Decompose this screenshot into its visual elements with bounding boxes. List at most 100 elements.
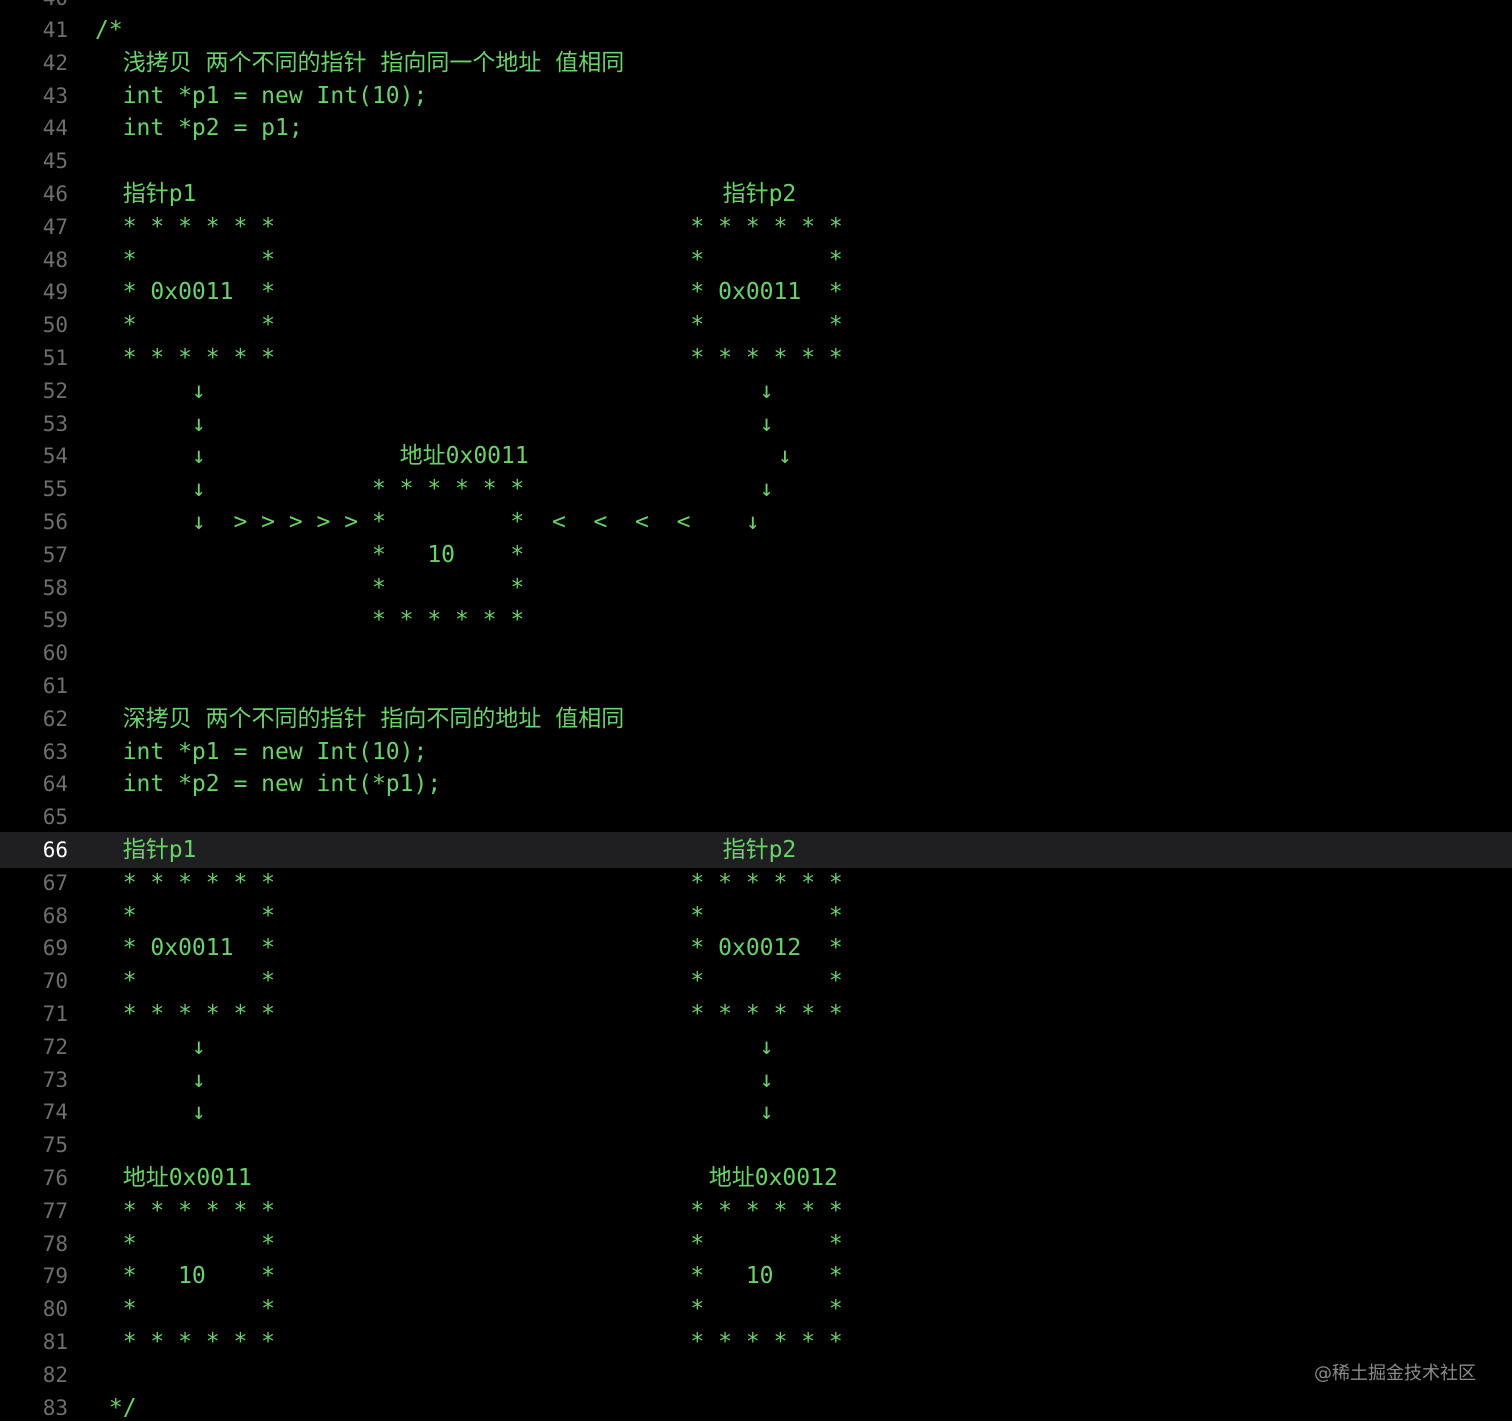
current-code-line[interactable]: 66 指针p1 指针p2 (0, 832, 1512, 868)
code-text[interactable]: * * * * * * * * * * * * (95, 1195, 843, 1227)
code-text[interactable]: ↓ ↓ (95, 408, 774, 440)
code-line[interactable]: 68 * * * * (0, 900, 1512, 932)
code-line[interactable]: 69 * 0x0011 * * 0x0012 * (0, 932, 1512, 964)
code-text[interactable]: ↓ ↓ (95, 375, 774, 407)
code-line[interactable]: 82 (0, 1359, 1512, 1391)
code-line[interactable]: 41 /* (0, 14, 1512, 46)
code-line[interactable]: 45 (0, 145, 1512, 177)
code-text[interactable]: */ (95, 1392, 137, 1421)
code-text[interactable]: ↓ ↓ (95, 1096, 774, 1128)
code-text[interactable]: ↓ 地址0x0011 ↓ (95, 440, 792, 472)
code-line[interactable]: 81 * * * * * * * * * * * * (0, 1326, 1512, 1358)
code-line[interactable]: 63 int *p1 = new Int(10); (0, 736, 1512, 768)
code-line[interactable]: 48 * * * * (0, 244, 1512, 276)
code-line[interactable]: 53 ↓ ↓ (0, 408, 1512, 440)
code-text[interactable]: * * * * (95, 309, 843, 341)
code-line[interactable]: 61 (0, 670, 1512, 702)
code-editor[interactable]: 40 41 /*42 浅拷贝 两个不同的指针 指向同一个地址 值相同43 int … (0, 0, 1512, 1421)
code-line[interactable]: 67 * * * * * * * * * * * * (0, 867, 1512, 899)
code-text[interactable]: * * * * (95, 244, 843, 276)
line-number: 79 (42, 1264, 68, 1289)
code-text[interactable]: 地址0x0011 地址0x0012 (95, 1162, 838, 1194)
code-line[interactable]: 80 * * * * (0, 1293, 1512, 1325)
code-line[interactable]: 79 * 10 * * 10 * (0, 1260, 1512, 1292)
code-line[interactable]: 52 ↓ ↓ (0, 375, 1512, 407)
code-line[interactable]: 75 (0, 1129, 1512, 1161)
code-text[interactable]: * * * * * * * * * * * * (95, 867, 843, 899)
code-text[interactable]: * * * * * * (95, 604, 524, 636)
line-number: 55 (42, 477, 68, 502)
code-text[interactable]: * * * * * * * * * * * * (95, 342, 843, 374)
line-number: 67 (42, 870, 68, 895)
code-text[interactable]: * * (95, 572, 524, 604)
code-text[interactable]: * * * * (95, 1228, 843, 1260)
code-text[interactable]: * * * * (95, 1293, 843, 1325)
code-text[interactable]: ↓ ↓ (95, 1031, 774, 1063)
code-line[interactable]: 83 */ (0, 1392, 1512, 1421)
code-line[interactable]: 64 int *p2 = new int(*p1); (0, 768, 1512, 800)
code-text[interactable]: 指针p1 指针p2 (95, 178, 797, 210)
code-text[interactable]: * * * * * * * * * * * * (95, 211, 843, 243)
code-line[interactable]: 65 (0, 801, 1512, 833)
code-line[interactable]: 74 ↓ ↓ (0, 1096, 1512, 1128)
line-number: 65 (42, 805, 68, 830)
code-text[interactable]: * 0x0011 * * 0x0012 * (95, 932, 843, 964)
code-line[interactable]: 42 浅拷贝 两个不同的指针 指向同一个地址 值相同 (0, 47, 1512, 79)
code-text[interactable]: 浅拷贝 两个不同的指针 指向同一个地址 值相同 (95, 47, 625, 79)
code-text[interactable]: int *p2 = p1; (95, 112, 303, 144)
code-line[interactable]: 59 * * * * * * (0, 604, 1512, 636)
code-line[interactable]: 60 (0, 637, 1512, 669)
code-line[interactable]: 76 地址0x0011 地址0x0012 (0, 1162, 1512, 1194)
code-text[interactable]: 指针p1 指针p2 (95, 832, 797, 868)
code-text[interactable]: * 10 * * 10 * (95, 1260, 843, 1292)
line-number: 41 (42, 18, 68, 42)
code-line[interactable]: 44 int *p2 = p1; (0, 112, 1512, 144)
line-number: 62 (42, 706, 68, 731)
code-line[interactable]: 70 * * * * (0, 965, 1512, 997)
code-text[interactable]: * * * * * * * * * * * * (95, 1326, 843, 1358)
code-line[interactable]: 55 ↓ * * * * * * ↓ (0, 473, 1512, 505)
line-number: 40 (0, 0, 68, 14)
code-line[interactable]: 71 * * * * * * * * * * * * (0, 998, 1512, 1030)
code-text[interactable]: * * * * * * * * * * * * (95, 998, 843, 1030)
code-text[interactable]: int *p1 = new Int(10); (95, 80, 428, 112)
code-line[interactable]: 56 ↓ > > > > > * * < < < < ↓ (0, 506, 1512, 538)
code-text[interactable]: /* (95, 14, 123, 46)
code-line[interactable]: 72 ↓ ↓ (0, 1031, 1512, 1063)
line-number: 54 (42, 444, 68, 469)
code-line[interactable]: 73 ↓ ↓ (0, 1064, 1512, 1096)
line-number: 64 (42, 772, 68, 797)
code-text[interactable]: * 0x0011 * * 0x0011 * (95, 276, 843, 308)
code-line[interactable]: 57 * 10 * (0, 539, 1512, 571)
code-line[interactable]: 78 * * * * (0, 1228, 1512, 1260)
code-text[interactable]: 深拷贝 两个不同的指针 指向不同的地址 值相同 (95, 703, 625, 735)
line-number: 81 (42, 1330, 68, 1354)
code-line[interactable]: 58 * * (0, 572, 1512, 604)
line-number: 50 (42, 313, 68, 338)
line-number: 48 (42, 247, 68, 272)
code-line[interactable]: 54 ↓ 地址0x0011 ↓ (0, 440, 1512, 472)
code-text[interactable]: int *p1 = new Int(10); (95, 736, 428, 768)
code-line[interactable]: 62 深拷贝 两个不同的指针 指向不同的地址 值相同 (0, 703, 1512, 735)
line-number: 70 (42, 969, 68, 994)
code-line[interactable]: 43 int *p1 = new Int(10); (0, 80, 1512, 112)
code-line[interactable]: 51 * * * * * * * * * * * * (0, 342, 1512, 374)
code-text[interactable]: * * * * (95, 965, 843, 997)
line-number: 71 (42, 1002, 68, 1026)
code-line[interactable]: 50 * * * * (0, 309, 1512, 341)
code-line[interactable]: 49 * 0x0011 * * 0x0011 * (0, 276, 1512, 308)
code-text[interactable]: ↓ ↓ (95, 1064, 774, 1096)
code-text[interactable]: ↓ * * * * * * ↓ (95, 473, 774, 505)
line-number: 61 (42, 674, 68, 698)
code-text[interactable]: * * * * (95, 900, 843, 932)
code-line[interactable]: 47 * * * * * * * * * * * * (0, 211, 1512, 243)
line-number: 83 (42, 1395, 68, 1420)
line-number: 45 (42, 149, 68, 174)
code-text[interactable]: ↓ > > > > > * * < < < < ↓ (95, 506, 760, 538)
code-line[interactable]: 77 * * * * * * * * * * * * (0, 1195, 1512, 1227)
line-number: 49 (42, 280, 68, 305)
code-text[interactable]: int *p2 = new int(*p1); (95, 768, 442, 800)
code-line[interactable]: 46 指针p1 指针p2 (0, 178, 1512, 210)
line-number: 77 (42, 1198, 68, 1223)
code-text[interactable]: * 10 * (95, 539, 524, 571)
